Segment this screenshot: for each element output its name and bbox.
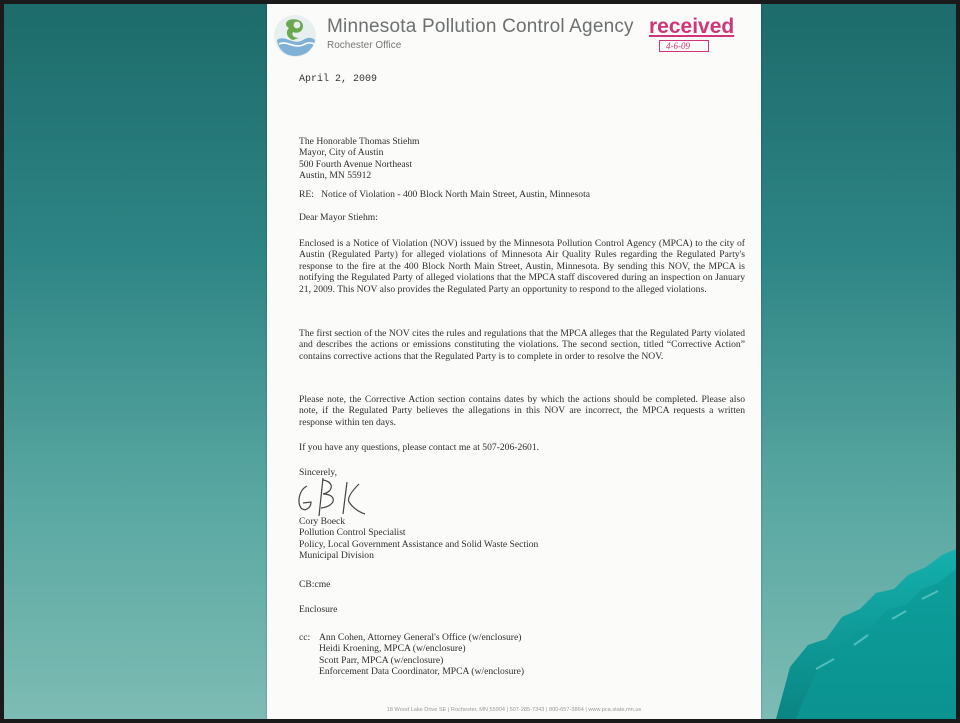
letter-date: April 2, 2009 (299, 74, 378, 85)
cc-list: cc: Ann Cohen, Attorney General's Office… (299, 632, 749, 682)
cc-recipient: Heidi Kroening, MPCA (w/enclosure) (319, 643, 466, 655)
stamp-word: received (649, 15, 735, 38)
letter-page: Minnesota Pollution Control Agency Roche… (267, 4, 761, 719)
paragraph: Please note, the Corrective Action secti… (299, 394, 745, 428)
address-line: 500 Fourth Avenue Northeast (299, 158, 413, 170)
address-line: Mayor, City of Austin (299, 147, 384, 159)
handwritten-signature (298, 477, 366, 517)
initials: CB:cme (299, 579, 331, 590)
address-line: Austin, MN 55912 (299, 170, 372, 182)
paragraph: The first section of the NOV cites the r… (299, 328, 745, 362)
signer-line: Pollution Control Specialist (299, 527, 406, 539)
re-line: RE: Notice of Violation - 400 Block Nort… (299, 189, 591, 200)
cc-recipient: Ann Cohen, Attorney General's Office (w/… (319, 632, 522, 643)
paragraph: Enclosed is a Notice of Violation (NOV) … (299, 238, 745, 295)
received-stamp: received 4-6-09 (649, 15, 745, 55)
signer-line: Municipal Division (299, 550, 374, 562)
signer-line: Policy, Local Government Assistance and … (299, 538, 539, 550)
mountain-graphic (776, 549, 956, 719)
salutation: Dear Mayor Stiehm: (299, 212, 378, 223)
recipient-address: The Honorable Thomas Stiehm Mayor, City … (299, 136, 420, 182)
letter-footer: 18 Wood Lake Drive SE | Rochester, MN 55… (386, 707, 642, 713)
cc-recipients: Ann Cohen, Attorney General's Office (w/… (319, 632, 524, 678)
address-line: The Honorable Thomas Stiehm (299, 136, 420, 147)
signer-block: Cory Boeck Pollution Control Specialist … (299, 516, 538, 562)
slide-background: Minnesota Pollution Control Agency Roche… (4, 4, 956, 719)
cc-recipient: Scott Parr, MPCA (w/enclosure) (319, 654, 444, 666)
enclosure-note: Enclosure (299, 604, 338, 615)
paragraph: If you have any questions, please contac… (299, 442, 540, 453)
cc-recipient: Enforcement Data Coordinator, MPCA (w/en… (319, 666, 525, 678)
signer-line: Cory Boeck (299, 516, 346, 527)
stamp-date: 4-6-09 (659, 40, 709, 52)
agency-name: Minnesota Pollution Control Agency (327, 16, 634, 37)
office-name: Rochester Office (327, 40, 402, 51)
cc-label: cc: (299, 632, 311, 643)
mpca-logo-icon (274, 15, 316, 57)
